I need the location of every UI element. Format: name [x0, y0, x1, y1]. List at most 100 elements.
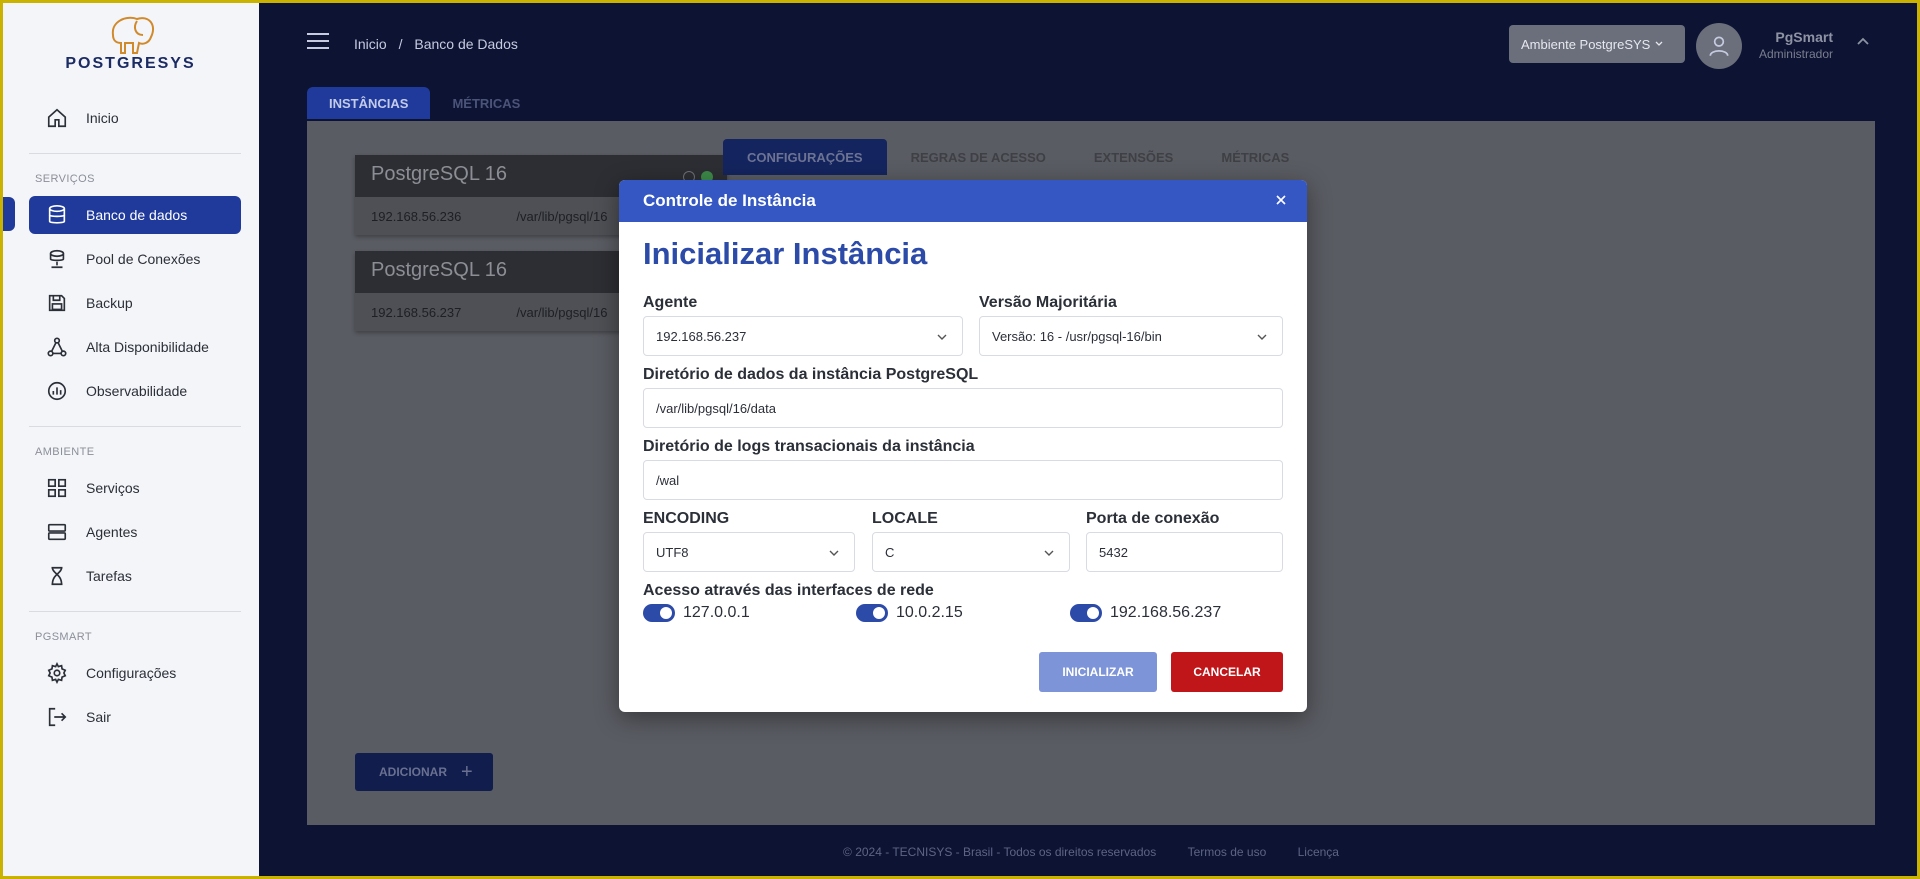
- initialize-button[interactable]: INICIALIZAR: [1039, 652, 1157, 692]
- sidebar-item-label: Tarefas: [86, 568, 132, 584]
- breadcrumb-current: Banco de Dados: [414, 36, 518, 52]
- breadcrumb-separator: /: [398, 36, 403, 52]
- chevron-down-icon: [1257, 334, 1267, 340]
- section-title-pgsmart: PGSMART: [35, 631, 92, 643]
- dialog-header: Controle de Instância: [619, 180, 1307, 222]
- environment-select[interactable]: Ambiente PostgreSYS: [1509, 25, 1685, 63]
- tab-extensions[interactable]: EXTENSÕES: [1070, 139, 1197, 175]
- sidebar-item-logout[interactable]: Sair: [29, 698, 241, 736]
- chevron-down-icon: [937, 334, 947, 340]
- chevron-up-icon[interactable]: [1855, 33, 1871, 49]
- interface-toggle[interactable]: 192.168.56.237: [1070, 604, 1221, 622]
- section-title-services: SERVIÇOS: [35, 173, 95, 185]
- database-icon: [44, 202, 70, 228]
- sidebar-item-label: Serviços: [86, 480, 140, 496]
- user-name: PgSmart: [1775, 29, 1833, 45]
- sidebar-item-high-availability[interactable]: Alta Disponibilidade: [29, 328, 241, 366]
- avatar[interactable]: [1696, 23, 1742, 69]
- sidebar-item-database[interactable]: Banco de dados: [29, 196, 241, 234]
- encoding-select-value: UTF8: [656, 544, 689, 560]
- cluster-icon: [44, 334, 70, 360]
- sidebar-item-label: Agentes: [86, 524, 138, 540]
- toggle-switch[interactable]: [1070, 604, 1102, 622]
- interfaces-label: Acesso através das interfaces de rede: [643, 582, 934, 599]
- top-tabs: INSTÂNCIAS MÉTRICAS: [307, 87, 542, 119]
- sidebar-item-agents[interactable]: Agentes: [29, 513, 241, 551]
- locale-select[interactable]: C: [872, 532, 1070, 572]
- server-icon: [44, 519, 70, 545]
- locale-select-value: C: [885, 544, 895, 560]
- close-icon[interactable]: [1273, 192, 1289, 208]
- sidebar-item-observability[interactable]: Observabilidade: [29, 372, 241, 410]
- sidebar-item-home[interactable]: Inicio: [29, 99, 241, 137]
- chart-icon: [44, 378, 70, 404]
- dialog-title: Inicializar Instância: [643, 236, 928, 271]
- gear-icon: [44, 660, 70, 686]
- agent-label: Agente: [643, 294, 698, 311]
- instance-ip: 192.168.56.237: [371, 304, 462, 320]
- divider: [29, 153, 241, 154]
- sidebar-item-label: Pool de Conexões: [86, 251, 201, 267]
- tab-configurations[interactable]: CONFIGURAÇÕES: [723, 139, 887, 175]
- tab-instances[interactable]: INSTÂNCIAS: [307, 87, 431, 119]
- license-link[interactable]: Licença: [1298, 845, 1339, 859]
- environment-select-value: Ambiente PostgreSYS: [1521, 36, 1651, 52]
- tab-instance-metrics[interactable]: MÉTRICAS: [1197, 139, 1313, 175]
- terms-link[interactable]: Termos de uso: [1188, 845, 1267, 859]
- version-select[interactable]: Versão: 16 - /usr/pgsql-16/bin: [979, 316, 1283, 356]
- user-icon: [1709, 36, 1729, 57]
- chevron-down-icon: [1044, 550, 1054, 556]
- elephant-logo-icon: [111, 16, 155, 54]
- active-indicator: [3, 197, 15, 231]
- data-dir-label: Diretório de dados da instância PostgreS…: [643, 366, 979, 383]
- menu-icon[interactable]: [307, 33, 329, 51]
- divider: [29, 611, 241, 612]
- add-instance-button[interactable]: ADICIONAR +: [355, 753, 493, 791]
- sidebar-item-label: Observabilidade: [86, 383, 188, 399]
- instance-title: PostgreSQL 16: [371, 163, 508, 185]
- wal-dir-label: Diretório de logs transacionais da instâ…: [643, 438, 975, 455]
- user-role: Administrador: [1758, 47, 1833, 61]
- section-title-environment: AMBIENTE: [35, 446, 95, 458]
- instance-tabs: CONFIGURAÇÕES REGRAS DE ACESSO EXTENSÕES…: [723, 139, 1313, 175]
- agent-select[interactable]: 192.168.56.237: [643, 316, 963, 356]
- sidebar-item-settings[interactable]: Configurações: [29, 654, 241, 692]
- toggle-switch[interactable]: [856, 604, 888, 622]
- copyright: © 2024 - TECNISYS - Brasil - Todos os di…: [843, 845, 1157, 859]
- pool-icon: [44, 246, 70, 272]
- data-dir-value: /var/lib/pgsql/16/data: [656, 400, 776, 416]
- cancel-button[interactable]: CANCELAR: [1171, 652, 1283, 692]
- port-input[interactable]: 5432: [1086, 532, 1283, 572]
- sidebar-item-label: Alta Disponibilidade: [86, 339, 209, 355]
- tab-access-rules[interactable]: REGRAS DE ACESSO: [887, 139, 1070, 175]
- tab-metrics[interactable]: MÉTRICAS: [430, 87, 542, 119]
- interface-toggle[interactable]: 127.0.0.1: [643, 604, 750, 622]
- wal-dir-input[interactable]: /wal: [643, 460, 1283, 500]
- encoding-label: ENCODING: [643, 510, 730, 527]
- instance-ip: 192.168.56.236: [371, 208, 462, 224]
- backup-icon: [44, 290, 70, 316]
- add-button-label: ADICIONAR: [379, 765, 447, 779]
- agent-select-value: 192.168.56.237: [656, 328, 747, 344]
- interface-label: 10.0.2.15: [896, 604, 963, 621]
- data-dir-input[interactable]: /var/lib/pgsql/16/data: [643, 388, 1283, 428]
- instance-control-dialog: Controle de Instância Inicializar Instân…: [619, 180, 1307, 712]
- sidebar-item-label: Banco de dados: [86, 207, 188, 223]
- sidebar-item-label: Inicio: [86, 110, 119, 126]
- sidebar-item-tasks[interactable]: Tarefas: [29, 557, 241, 595]
- interface-toggle[interactable]: 10.0.2.15: [856, 604, 963, 622]
- sidebar-item-backup[interactable]: Backup: [29, 284, 241, 322]
- dialog-header-title: Controle de Instância: [643, 191, 816, 210]
- sidebar-item-pool[interactable]: Pool de Conexões: [29, 240, 241, 278]
- breadcrumb-home[interactable]: Inicio: [354, 36, 387, 52]
- chevron-down-icon: [829, 550, 839, 556]
- divider: [29, 426, 241, 427]
- toggle-switch[interactable]: [643, 604, 675, 622]
- sidebar-item-label: Backup: [86, 295, 133, 311]
- home-icon: [44, 105, 70, 131]
- encoding-select[interactable]: UTF8: [643, 532, 855, 572]
- instance-title: PostgreSQL 16: [371, 259, 508, 281]
- sidebar-item-services[interactable]: Serviços: [29, 469, 241, 507]
- sidebar: POSTGRESYS Inicio SERVIÇOS Banco de dado…: [3, 3, 259, 876]
- instance-path: /var/lib/pgsql/16: [516, 304, 608, 320]
